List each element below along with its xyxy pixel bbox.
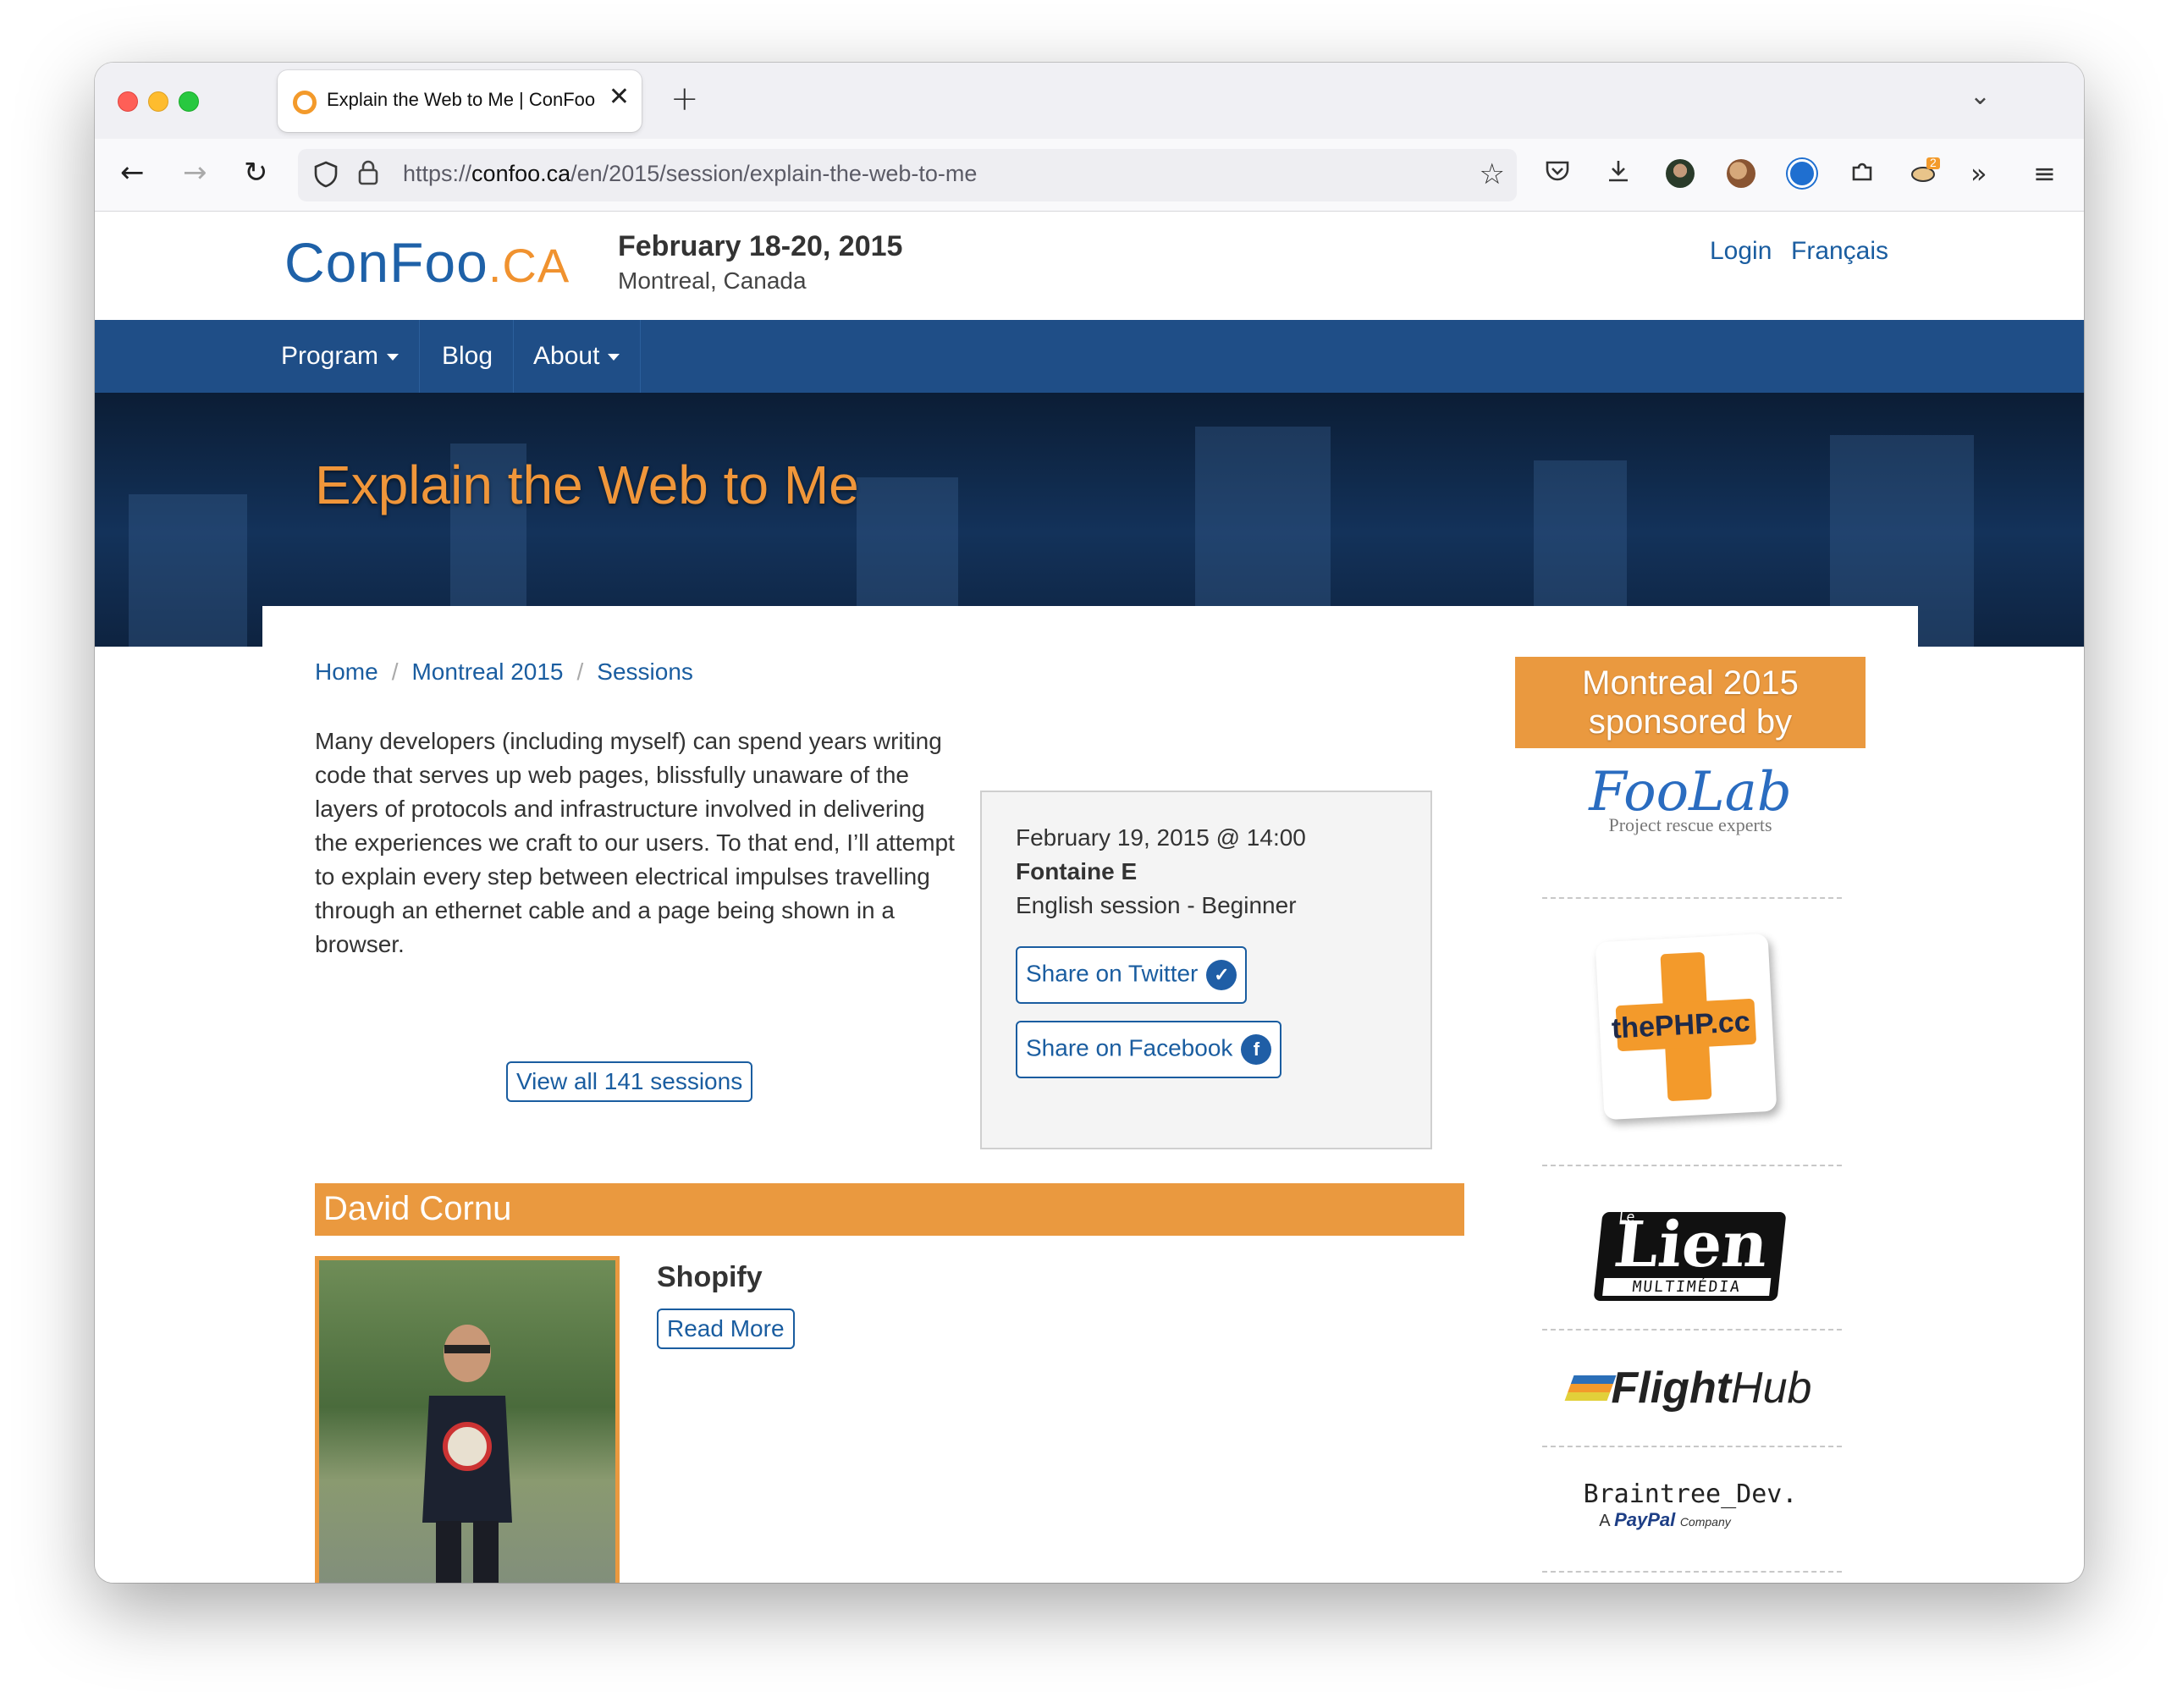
breadcrumb-sessions[interactable]: Sessions [597,658,693,685]
share-facebook-button[interactable]: Share on Facebook f [1016,1021,1282,1078]
web-page: ConFoo.CA February 18-20, 2015 Montreal,… [95,212,2084,1583]
new-tab-button[interactable]: + [670,80,699,118]
sponsor-divider [1542,1571,1842,1573]
tracking-shield-icon[interactable] [313,161,339,195]
sponsor-foolab-logo[interactable]: FooLab Project rescue experts [1515,765,1866,836]
confoo-logo[interactable]: ConFoo.CA [284,230,570,295]
main-panel: Home / Montreal 2015 / Sessions Many develop… [262,606,1918,1583]
cookie-extension-icon[interactable] [1727,159,1755,188]
session-datetime: February 19, 2015 @ 14:00 [1016,824,1306,851]
url-text[interactable]: https://confoo.ca/en/2015/session/explai… [403,161,977,187]
site-header: ConFoo.CA February 18-20, 2015 Montreal,… [95,212,2084,320]
sponsor-divider [1542,1446,1842,1447]
address-bar[interactable]: https://confoo.ca/en/2015/session/explai… [298,149,1517,201]
view-all-sessions-button[interactable]: View all 141 sessions [506,1061,753,1102]
sponsor-braintree-logo[interactable]: Braintree_Dev. A PayPal Company [1515,1479,1866,1531]
notification-extension-icon[interactable]: 2 [1910,156,1940,191]
event-date: February 18-20, 2015 [618,230,903,262]
nav-item-program[interactable]: Program [261,320,421,393]
speaker-photo [315,1256,620,1583]
skyline-building [129,494,247,647]
breadcrumb-event[interactable]: Montreal 2015 [411,658,563,685]
share-twitter-button[interactable]: Share on Twitter ✓ [1016,946,1248,1004]
session-room: Fontaine E [1016,858,1138,884]
speaker-company: Shopify [657,1261,763,1293]
nav-item-blog[interactable]: Blog [422,320,515,393]
login-link[interactable]: Login [1710,237,1772,266]
confoo-favicon-icon [293,91,317,114]
sponsor-flighthub-logo[interactable]: FlightHub [1515,1363,1866,1413]
nav-item-about[interactable]: About [513,320,642,393]
caret-down-icon [387,354,400,361]
language-link[interactable]: Français [1791,237,1888,266]
reload-icon[interactable]: ↻ [244,156,268,190]
event-location: Montreal, Canada [618,267,807,294]
title-bar: Explain the Web to Me | ConFoo ✕ + ⌄ [95,63,2084,139]
back-arrow-icon[interactable]: ← [120,156,145,190]
breadcrumb-home[interactable]: Home [315,658,378,685]
page-title: Explain the Web to Me [315,455,859,515]
lock-icon[interactable] [357,159,379,193]
sponsors-heading: Montreal 2015 sponsored by [1515,657,1866,748]
session-description: Many developers (including myself) can s… [315,728,955,957]
session-info-box: February 19, 2015 @ 14:00 Fontaine E Eng… [980,791,1432,1149]
breadcrumb-separator: / [391,658,399,685]
tab-close-icon[interactable]: ✕ [609,82,630,112]
caret-down-icon [608,354,620,361]
breadcrumb: Home / Montreal 2015 / Sessions [315,658,693,686]
sponsor-divider [1542,1165,1842,1166]
hamburger-menu-icon[interactable]: ≡ [2033,157,2056,190]
forward-arrow-icon[interactable]: → [183,156,207,190]
extension-badge-count: 2 [1930,156,1937,169]
list-tabs-icon[interactable]: ⌄ [1970,81,1991,111]
overflow-chevrons-icon[interactable]: » [1970,157,1987,190]
bookmark-star-icon[interactable]: ☆ [1480,157,1505,191]
sponsor-thephp-logo[interactable]: thePHP.cc [1515,933,1866,1121]
zoom-window-button[interactable] [179,91,199,112]
breadcrumb-separator: / [576,658,584,685]
read-more-button[interactable]: Read More [657,1309,795,1349]
password-manager-icon[interactable] [1788,159,1816,188]
minimize-window-button[interactable] [148,91,168,112]
sponsor-lien-multimedia-logo[interactable]: Le Lien MULTIMÉDIA [1515,1209,1866,1301]
tab-title: Explain the Web to Me | ConFoo [327,89,596,110]
sponsor-divider [1542,1329,1842,1331]
browser-window: Explain the Web to Me | ConFoo ✕ + ⌄ ← →… [95,63,2084,1583]
pocket-icon[interactable] [1544,157,1571,191]
speaker-header: David Cornu [315,1183,1464,1236]
close-window-button[interactable] [118,91,138,112]
browser-tab[interactable]: Explain the Web to Me | ConFoo ✕ [278,70,642,132]
browser-toolbar: ← → ↻ https://confoo.ca/en/2015/session/… [95,139,2084,212]
main-navigation: Program Blog About [95,320,2084,393]
facebook-icon: f [1241,1034,1272,1065]
downloads-icon[interactable] [1605,157,1632,191]
speaker-name: David Cornu [323,1190,512,1227]
flighthub-stripes-icon [1564,1375,1616,1401]
session-language-level: English session - Beginner [1016,892,1297,918]
extensions-puzzle-icon[interactable] [1849,157,1876,191]
sponsor-divider [1542,897,1842,899]
twitter-icon: ✓ [1206,960,1237,990]
account-avatar-icon[interactable] [1666,159,1695,188]
speaker-figure [422,1325,512,1583]
